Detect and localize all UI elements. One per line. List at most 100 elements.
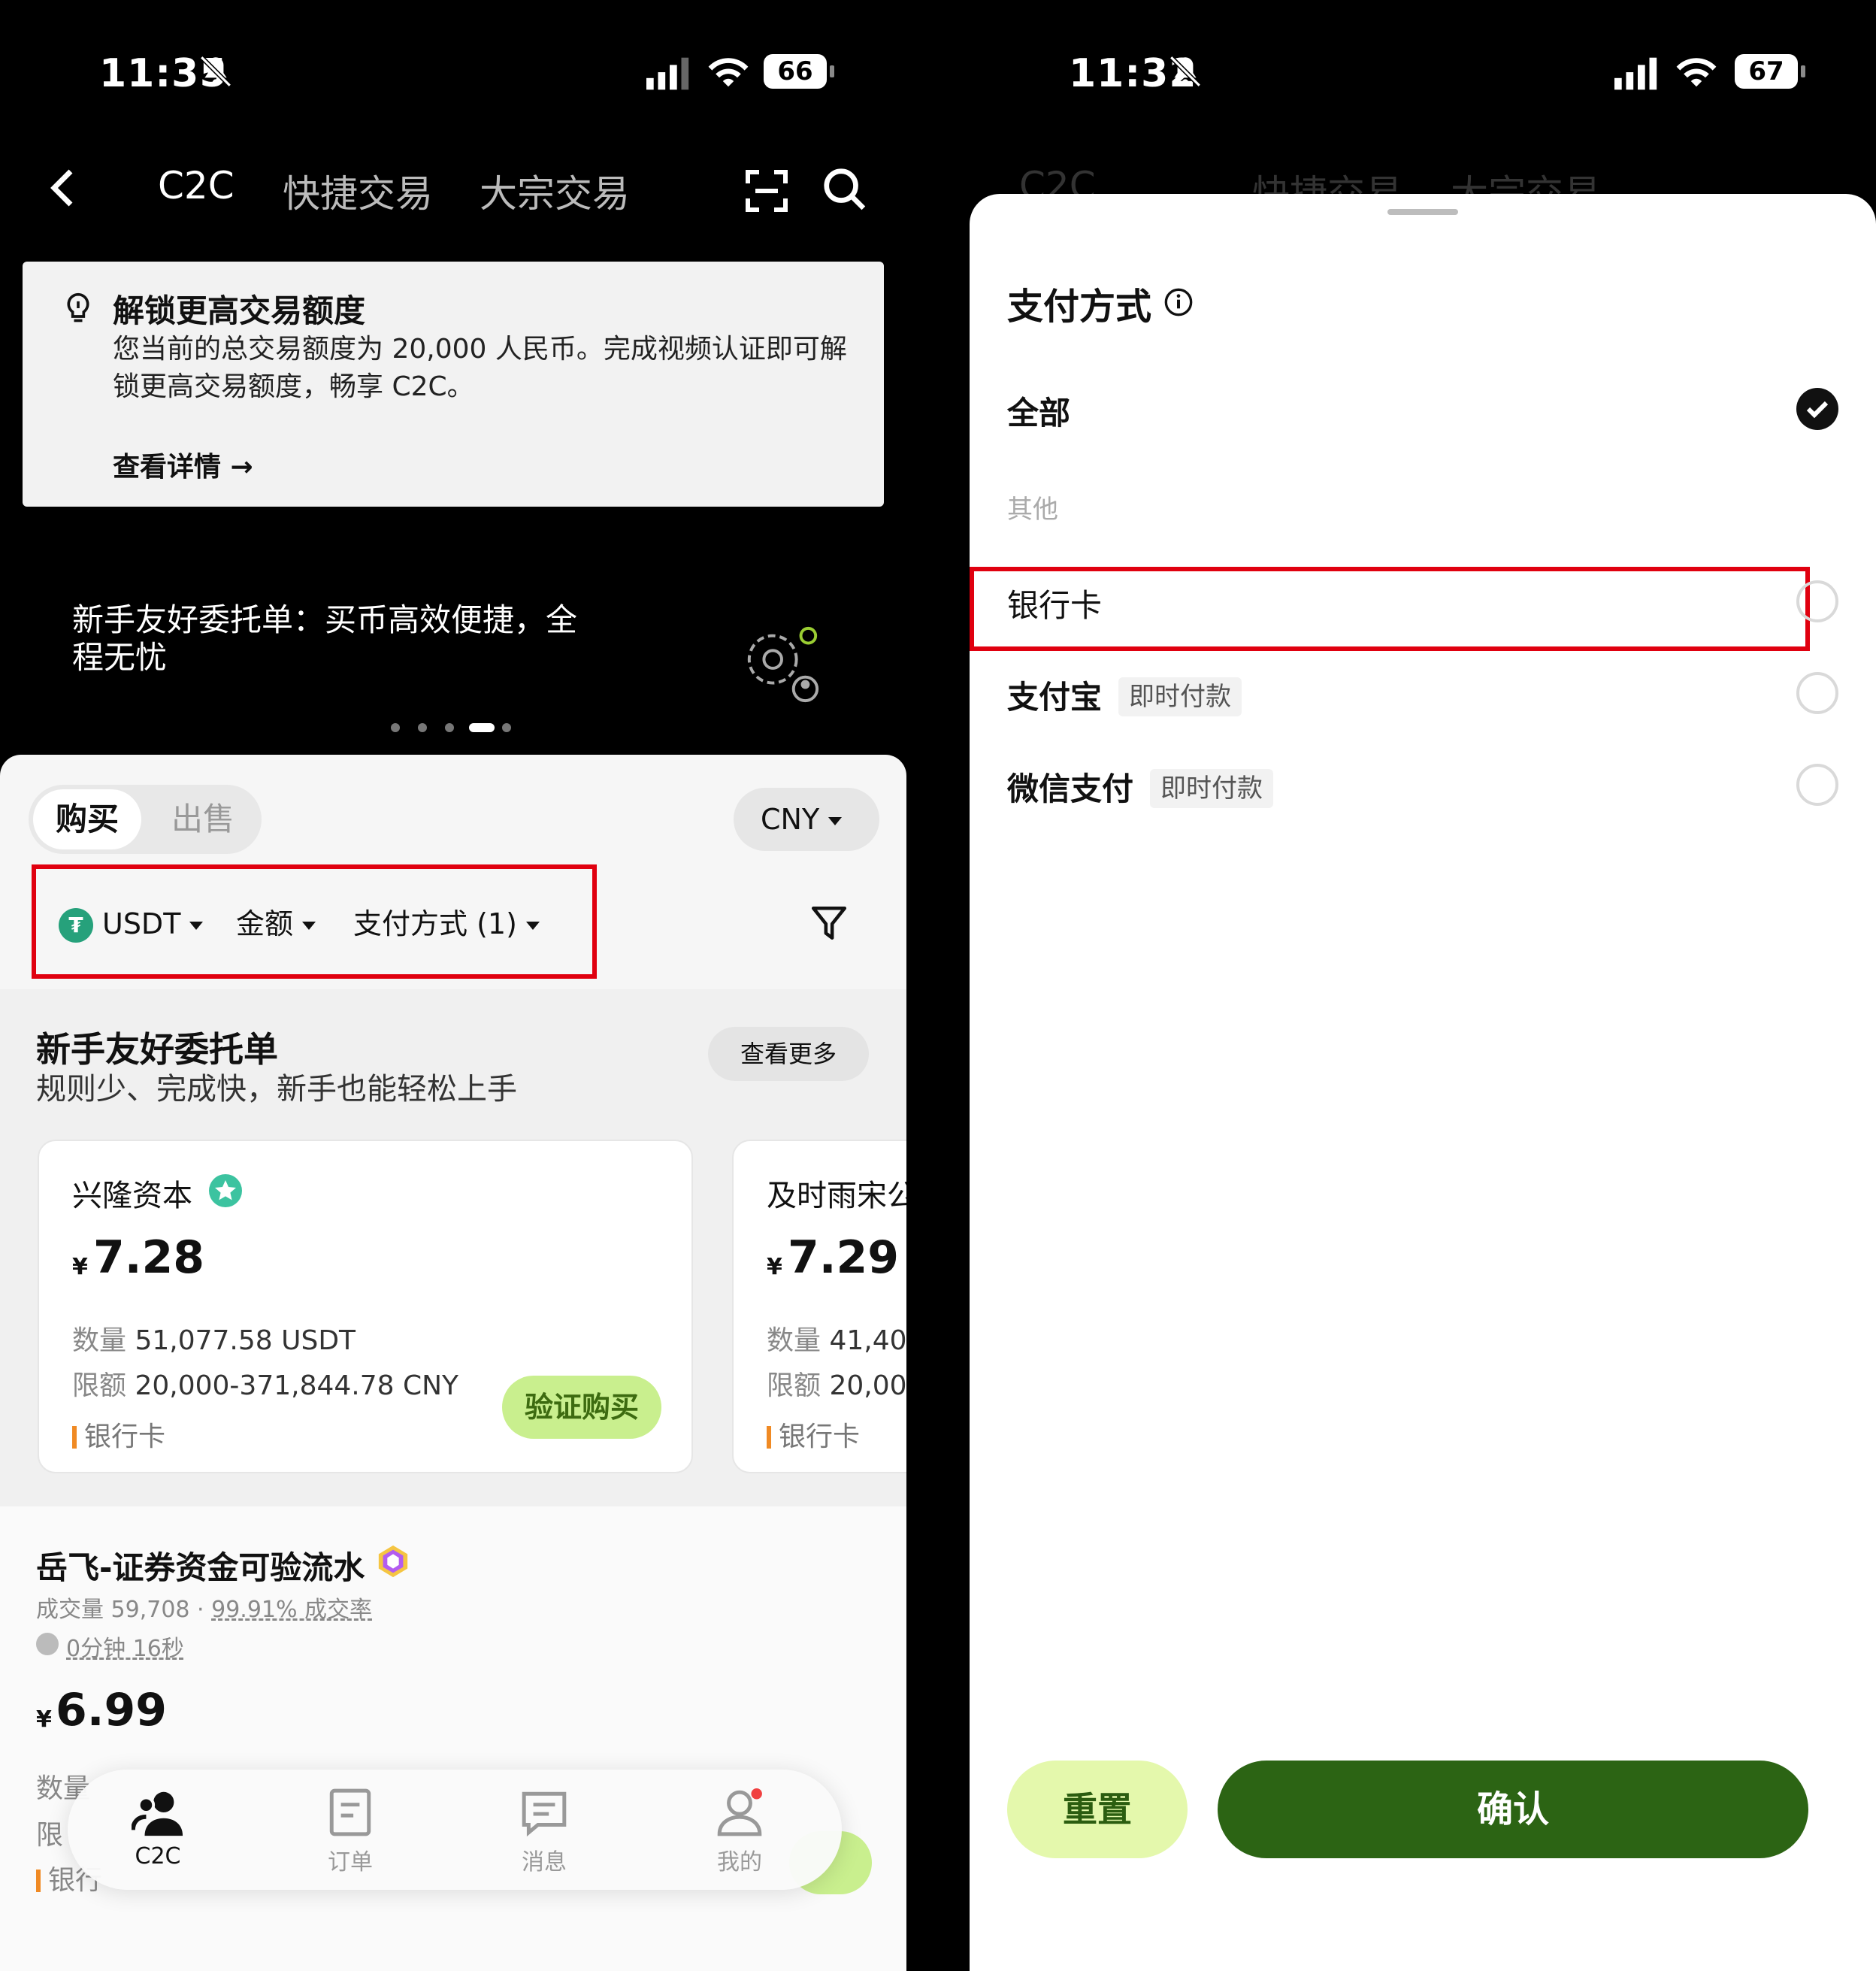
currency-symbol: ¥ [72, 1254, 88, 1280]
page-dot [502, 723, 511, 732]
limit-value: 20,000-371,844.78 CNY [135, 1370, 459, 1401]
signal-icon [646, 57, 689, 90]
notice-title: 解锁更高交易额度 [113, 292, 366, 329]
offer-card[interactable]: 兴隆资本 ¥ 7.28 数量 51,077.58 USDT 限额 20,000-… [38, 1140, 693, 1473]
sheet-title: 支付方式 [1007, 286, 1152, 328]
info-icon[interactable] [1163, 287, 1194, 317]
radio-alipay[interactable] [1796, 672, 1838, 714]
tabbar-item-c2c[interactable]: C2C [105, 1788, 210, 1870]
coin-filter-label: USDT [102, 907, 181, 940]
payment-filter-label: 支付方式 (1) [353, 907, 517, 940]
reset-button[interactable]: 重置 [1007, 1761, 1188, 1858]
sheet-drag-handle[interactable] [1387, 209, 1458, 215]
completion-rate: 99.91% 成交率 [211, 1597, 373, 1623]
option-bank-card[interactable]: 银行卡 [1007, 580, 1102, 626]
radio-wechat-pay[interactable] [1796, 764, 1838, 806]
currency-select[interactable]: CNY [734, 788, 879, 851]
tabbar-item-orders[interactable]: 订单 [298, 1788, 403, 1876]
instant-pay-tag: 即时付款 [1118, 677, 1242, 716]
view-details-link[interactable]: 查看详情 → [113, 445, 253, 484]
amount-filter[interactable]: 金额 [236, 905, 316, 943]
tab-bulk-trade[interactable]: 大宗交易 [480, 164, 630, 218]
promo-banner-text[interactable]: 新手友好委托单：买币高效便捷，全程无忧 [72, 601, 598, 677]
caret-down-icon [525, 922, 540, 930]
payment-filter[interactable]: 支付方式 (1) [353, 905, 540, 943]
quantity-value: 41,400 [829, 1325, 906, 1356]
caret-down-icon [189, 922, 204, 930]
scan-icon[interactable] [744, 168, 789, 213]
tab-quick-trade[interactable]: 快捷交易 [283, 164, 433, 218]
tabbar-item-messages[interactable]: 消息 [492, 1788, 597, 1876]
merchant-name: 兴隆资本 [72, 1179, 192, 1213]
tab-c2c[interactable]: C2C [158, 164, 234, 207]
confirm-button[interactable]: 确认 [1218, 1761, 1808, 1858]
page-dot-active [469, 723, 495, 732]
tabbar-label: 消息 [522, 1849, 567, 1876]
option-alipay[interactable]: 支付宝 即时付款 [1007, 672, 1242, 718]
listing-stats: 成交量 59,708 · 99.91% 成交率 [36, 1597, 373, 1623]
battery-level: 67 [1735, 54, 1805, 89]
right-screen: 11:32 67 C2C 快捷交易 大宗交易 支付方式 全部 其他 银行卡 支付… [906, 0, 1876, 1971]
offer-price: 7.28 [93, 1231, 205, 1284]
listing-price: 6.99 [56, 1684, 168, 1736]
back-icon[interactable] [47, 167, 80, 209]
notice-body: 您当前的总交易额度为 20,000 人民币。完成视频认证即可解锁更高交易额度，畅… [113, 334, 847, 402]
message-icon [522, 1791, 567, 1837]
tabbar-label: C2C [135, 1843, 181, 1870]
signal-icon [1614, 57, 1657, 90]
currency-symbol: ¥ [767, 1254, 782, 1280]
caret-down-icon [302, 922, 316, 930]
users-icon [132, 1791, 183, 1836]
instant-pay-tag: 即时付款 [1150, 769, 1274, 808]
gear-user-illustration-icon [747, 626, 819, 703]
verified-star-icon [209, 1174, 242, 1207]
diamond-badge-icon [378, 1545, 408, 1578]
funnel-filter-icon[interactable] [810, 904, 848, 944]
left-screen: 11:35 66 C2C 快捷交易 大宗交易 解锁更高交易额度 您当前的总交易额… [0, 0, 906, 1971]
option-alipay-label: 支付宝 [1007, 679, 1103, 716]
sell-tab[interactable]: 出售 [171, 789, 234, 849]
volume-text: 成交量 59,708 [36, 1597, 190, 1623]
radio-bank-card[interactable] [1796, 580, 1838, 622]
checkmark-icon[interactable] [1796, 388, 1838, 430]
option-all[interactable]: 全部 [1007, 388, 1070, 434]
buy-tab[interactable]: 购买 [33, 789, 141, 849]
caret-down-icon [828, 817, 843, 825]
listing-row[interactable]: 岳飞-证券资金可验流水 成交量 59,708 · 99.91% 成交率 0分钟 … [0, 1506, 906, 1971]
option-wechat-pay[interactable]: 微信支付 即时付款 [1007, 764, 1274, 810]
page-dot [418, 723, 427, 732]
amount-filter-label: 金额 [236, 907, 294, 940]
currency-value: CNY [761, 803, 820, 836]
payment-method-sheet: 支付方式 全部 其他 银行卡 支付宝 即时付款 微信支付 即时付款 重置 确认 [970, 194, 1876, 1971]
verify-buy-button[interactable]: 验证购买 [502, 1376, 661, 1439]
search-icon[interactable] [821, 165, 867, 212]
limit-value: 20,000 [829, 1370, 906, 1401]
listing-limit-label: 限 [36, 1820, 64, 1851]
coin-filter[interactable]: USDT [102, 905, 204, 943]
other-heading: 其他 [1007, 495, 1058, 525]
offer-quantity: 数量 41,400 [767, 1319, 906, 1358]
section-subtitle: 规则少、完成快，新手也能轻松上手 [36, 1072, 517, 1107]
offer-card[interactable]: 及时雨宋公 ¥ 7.29 数量 41,400 限额 20,000 银行卡 [732, 1140, 906, 1473]
limit-notice-card: 解锁更高交易额度 您当前的总交易额度为 20,000 人民币。完成视频认证即可解… [23, 262, 884, 507]
wifi-icon [708, 58, 749, 87]
wifi-icon [1676, 58, 1717, 87]
usdt-icon: ₮ [59, 908, 93, 943]
quantity-label: 数量 [767, 1325, 822, 1356]
lightbulb-icon [67, 292, 89, 322]
tabbar-item-profile[interactable]: 我的 [687, 1788, 792, 1876]
order-icon [329, 1788, 371, 1836]
payment-method: 银行卡 [767, 1415, 860, 1454]
profile-icon [717, 1788, 762, 1836]
see-more-button[interactable]: 查看更多 [708, 1027, 869, 1081]
offer-limit: 限额 20,000 [767, 1364, 906, 1403]
page-dot [391, 723, 400, 732]
tabbar-label: 我的 [717, 1849, 762, 1876]
tabbar-label: 订单 [328, 1849, 373, 1876]
status-bar: 11:32 67 [906, 45, 1876, 105]
listing-merchant-name: 岳飞-证券资金可验流水 [36, 1549, 365, 1586]
limit-label: 限额 [767, 1370, 822, 1401]
buy-sell-toggle: 购买 出售 [29, 785, 262, 854]
bell-muted-icon [1169, 56, 1201, 87]
option-wechat-label: 微信支付 [1007, 771, 1134, 807]
